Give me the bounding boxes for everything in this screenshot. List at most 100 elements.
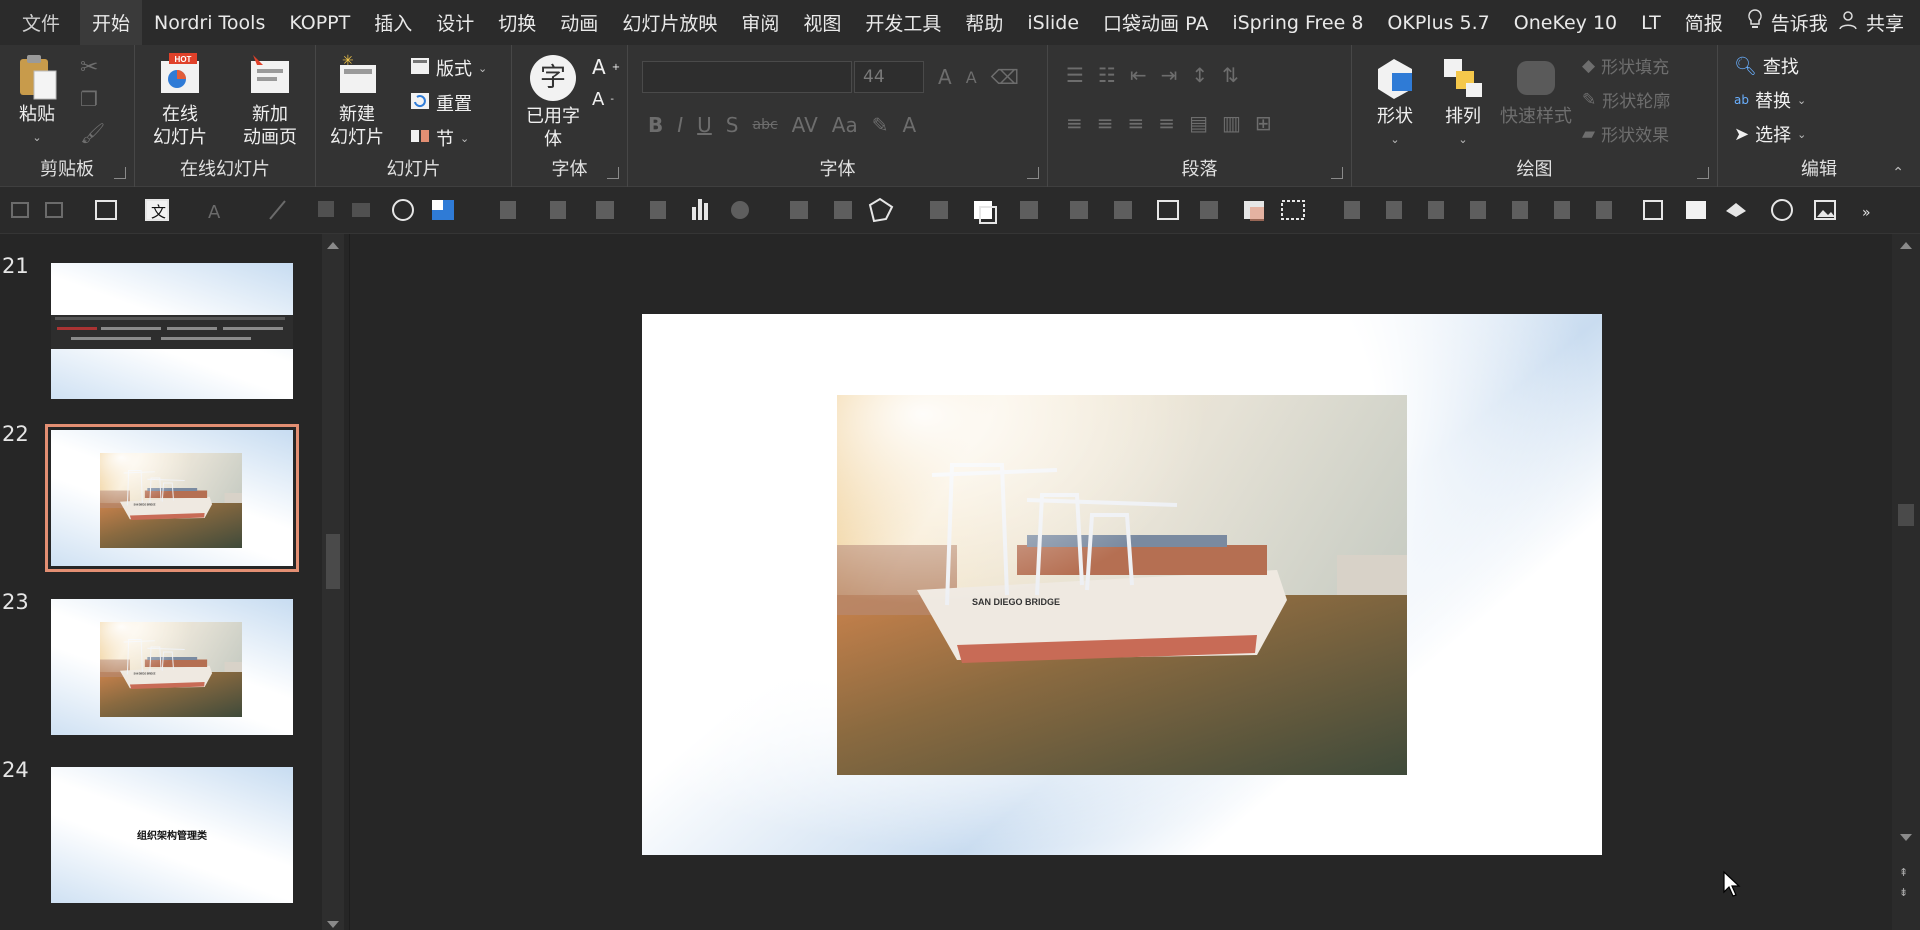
decrease-indent-icon[interactable]: ⇤ [1130,63,1147,87]
align-center-icon[interactable]: ≡ [1097,111,1114,135]
bullets-icon[interactable]: ☰ [1066,63,1084,87]
tell-me-search[interactable]: 告诉我 [1735,0,1840,45]
scroll-up-icon[interactable] [327,242,339,249]
char-spacing-icon[interactable]: AV [792,113,818,137]
new-slide-icon: ✳ [334,53,380,99]
clipboard-launcher-icon[interactable] [114,167,126,179]
grow-font-icon[interactable]: A [938,65,952,89]
shadow-icon[interactable]: S [726,113,739,137]
clear-format-icon[interactable]: ⌫ [991,65,1019,89]
tab-7[interactable]: 动画 [548,0,610,45]
font-name-combo[interactable] [642,61,852,93]
arrange-button[interactable]: 排列 ⌄ [1440,55,1486,151]
paint-bucket-icon: ◆ [1582,55,1596,76]
tab-5[interactable]: 设计 [424,0,486,45]
tab-0[interactable]: 文件 [0,0,80,45]
slides-group: ✳ 新建 幻灯片 版式 ⌄ 重置 节 ⌄ 幻灯片 [316,45,512,187]
layout-button[interactable]: 版式 ⌄ [410,55,487,81]
tab-18[interactable]: LT [1629,0,1673,45]
cut-icon[interactable]: ✂ [80,55,98,80]
underline-icon[interactable]: U [697,113,712,137]
previous-slide-icon[interactable]: ⇞ [1899,866,1908,879]
thumbnail-title: 组织架构管理类 [137,831,207,842]
highlight-icon[interactable]: ✎ [872,113,889,137]
font-color-icon[interactable]: A [902,113,916,137]
select-button[interactable]: ➤ 选择 ⌄ [1734,121,1806,147]
strikethrough-icon[interactable]: abc [753,117,778,133]
slide-thumbnail-24[interactable]: 组织架构管理类 [51,767,293,903]
used-fonts-button[interactable]: 字 已用字 体 [526,55,580,151]
scroll-down-icon[interactable] [1900,834,1912,841]
slide-thumbnail-22[interactable] [45,424,299,572]
justify-icon[interactable]: ≡ [1158,111,1175,135]
smartart-icon[interactable]: ⊞ [1255,111,1272,135]
tab-17[interactable]: OneKey 10 [1502,0,1629,45]
columns-icon[interactable]: ▥ [1222,111,1241,135]
section-button[interactable]: 节 ⌄ [410,125,469,151]
tab-14[interactable]: 口袋动画 PA [1091,0,1220,45]
tab-16[interactable]: OKPlus 5.7 [1375,0,1501,45]
used-fonts-launcher-icon[interactable] [607,167,619,179]
current-slide[interactable]: SAN DIEGO BRIDGE [642,314,1602,855]
share-button[interactable]: 共享 [1838,0,1904,45]
format-painter-icon[interactable]: 🖌 [80,121,105,145]
scrollbar-thumb[interactable] [326,534,340,589]
collapse-ribbon-icon[interactable]: ⌃ [1892,165,1904,181]
line-spacing-icon[interactable]: ↕ [1191,63,1208,87]
find-button[interactable]: 🔍︎ 查找 [1734,53,1799,79]
increase-indent-icon[interactable]: ⇥ [1161,63,1178,87]
new-slide-button[interactable]: ✳ 新建 幻灯片 [330,53,384,149]
drawing-launcher-icon[interactable] [1697,167,1709,179]
distributed-icon[interactable]: ▤ [1189,111,1208,135]
bold-icon[interactable]: B [648,113,663,137]
shape-effect-button[interactable]: ▰ 形状效果 [1582,121,1669,147]
shape-fill-button[interactable]: ◆ 形状填充 [1582,53,1669,79]
paragraph-launcher-icon[interactable] [1331,167,1343,179]
tab-15[interactable]: iSpring Free 8 [1220,0,1375,45]
replace-button[interactable]: ab 替换 ⌄ [1734,87,1806,113]
thumbnail-scrollbar[interactable] [322,234,344,930]
new-animation-page-button[interactable]: 新加 动画页 [243,53,297,149]
numbering-icon[interactable]: ☷ [1098,63,1116,87]
copy-icon[interactable]: ❐ [80,87,98,111]
font-launcher-icon[interactable] [1027,167,1039,179]
slide-thumbnail-23[interactable] [51,599,293,735]
tab-3[interactable]: KOPPT [277,0,362,45]
change-case-icon[interactable]: Aa [832,113,858,137]
reset-button[interactable]: 重置 [410,90,472,116]
online-slides-button[interactable]: HOT 在线 幻灯片 [153,53,207,149]
tab-19[interactable]: 简报 [1673,0,1735,45]
replace-label: 替换 [1754,91,1791,112]
tab-10[interactable]: 视图 [791,0,853,45]
scroll-up-icon[interactable] [1900,242,1912,249]
slide-thumbnail-21[interactable] [51,263,293,399]
decrease-font-icon[interactable]: A- [592,89,614,110]
paste-button[interactable]: 粘贴 ⌄ [14,53,60,149]
tab-11[interactable]: 开发工具 [853,0,953,45]
new-slide-label: 新建 幻灯片 [330,104,384,148]
svg-text:HOT: HOT [175,55,192,64]
align-left-icon[interactable]: ≡ [1066,111,1083,135]
tab-1[interactable]: 开始 [80,0,143,45]
canvas-scrollbar[interactable]: ⇞ ⇟ [1892,234,1920,930]
tab-8[interactable]: 幻灯片放映 [610,0,729,45]
shape-button[interactable]: 形状 ⌄ [1372,55,1418,151]
text-direction-icon[interactable]: ⇅ [1222,63,1239,87]
tab-9[interactable]: 审阅 [729,0,791,45]
scroll-down-icon[interactable] [327,921,339,928]
quick-styles-button[interactable]: 快速样式 [1500,55,1572,128]
tab-4[interactable]: 插入 [362,0,424,45]
ship-photo[interactable]: SAN DIEGO BRIDGE [837,395,1407,775]
next-slide-icon[interactable]: ⇟ [1899,886,1908,899]
tab-12[interactable]: 帮助 [953,0,1015,45]
scrollbar-thumb[interactable] [1898,504,1914,526]
align-right-icon[interactable]: ≡ [1128,111,1145,135]
font-size-combo[interactable]: 44 [854,61,924,93]
tab-2[interactable]: Nordri Tools [142,0,277,45]
shrink-font-icon[interactable]: A [966,68,977,87]
tab-6[interactable]: 切换 [486,0,548,45]
shape-outline-button[interactable]: ✎ 形状轮廓 [1582,87,1670,113]
italic-icon[interactable]: I [677,113,683,137]
tab-13[interactable]: iSlide [1015,0,1091,45]
increase-font-icon[interactable]: A + [592,55,620,79]
